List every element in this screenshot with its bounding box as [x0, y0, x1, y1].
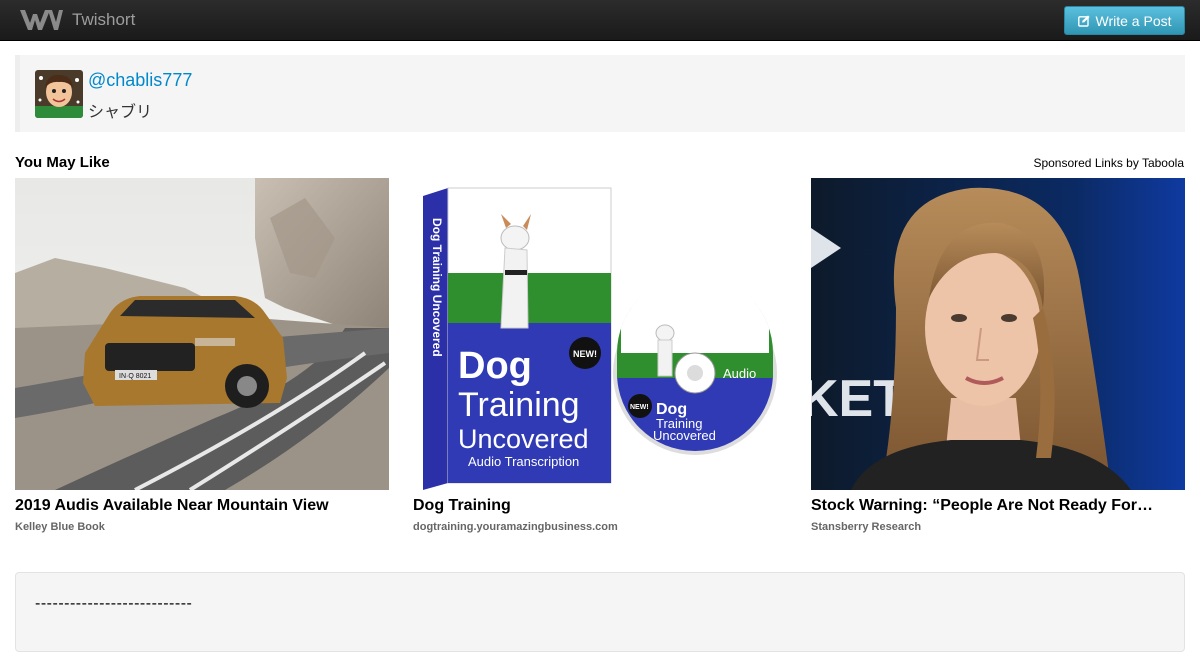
brand-name[interactable]: Twishort [72, 10, 135, 30]
avatar[interactable] [35, 70, 83, 118]
card-headline[interactable]: Stock Warning: “People Are Not Ready For… [811, 497, 1185, 515]
dog-training-thumbnail-image[interactable]: Dog Training Uncovered Dog Training Unco… [413, 178, 787, 490]
author-profile: @chablis777 シャブリ [15, 55, 1185, 132]
book-subtitle: Audio Transcription [468, 454, 579, 469]
book-new-badge: NEW! [573, 349, 597, 359]
edit-icon [1077, 14, 1090, 27]
recommendation-card[interactable]: KET Stock Warning: “People Are Not Ready… [811, 178, 1185, 543]
cd-new-badge: NEW! [630, 404, 649, 411]
book-spine-text: Dog Training Uncovered [430, 218, 444, 357]
sponsored-links-label[interactable]: Sponsored Links by Taboola [1033, 156, 1184, 170]
write-post-label: Write a Post [1095, 12, 1172, 29]
car-thumbnail-image[interactable]: IN·Q 8021 [15, 178, 389, 490]
card-source[interactable]: Kelley Blue Book [15, 521, 389, 533]
book-title-training: Training [458, 386, 580, 424]
recommendation-card[interactable]: Dog Training Uncovered Dog Training Unco… [413, 178, 787, 543]
post-text: --------------------------- [35, 595, 193, 612]
book-title-dog: Dog [458, 345, 532, 387]
card-source[interactable]: dogtraining.youramazingbusiness.com [413, 521, 787, 533]
card-source[interactable]: Stansberry Research [811, 521, 1185, 533]
twishort-logo-icon[interactable] [18, 6, 64, 34]
car-plate-text: IN·Q 8021 [119, 373, 151, 380]
recommendations-heading: You May Like [15, 154, 110, 171]
book-title-uncovered: Uncovered [458, 424, 589, 454]
top-navbar: Twishort Write a Post [0, 0, 1200, 41]
card-headline[interactable]: Dog Training [413, 497, 787, 515]
write-post-button[interactable]: Write a Post [1064, 6, 1185, 35]
news-anchor-thumbnail-image[interactable]: KET [811, 178, 1185, 490]
author-handle-link[interactable]: @chablis777 [88, 70, 192, 91]
cd-audio-label: Audio [723, 366, 756, 381]
card-headline[interactable]: 2019 Audis Available Near Mountain View [15, 497, 389, 515]
author-display-name: シャブリ [88, 104, 153, 121]
cd-title-uncovered: Uncovered [653, 428, 716, 443]
post-content-box: --------------------------- [15, 572, 1185, 652]
recommendation-card[interactable]: IN·Q 8021 2019 Audis Available Near Moun… [15, 178, 389, 543]
